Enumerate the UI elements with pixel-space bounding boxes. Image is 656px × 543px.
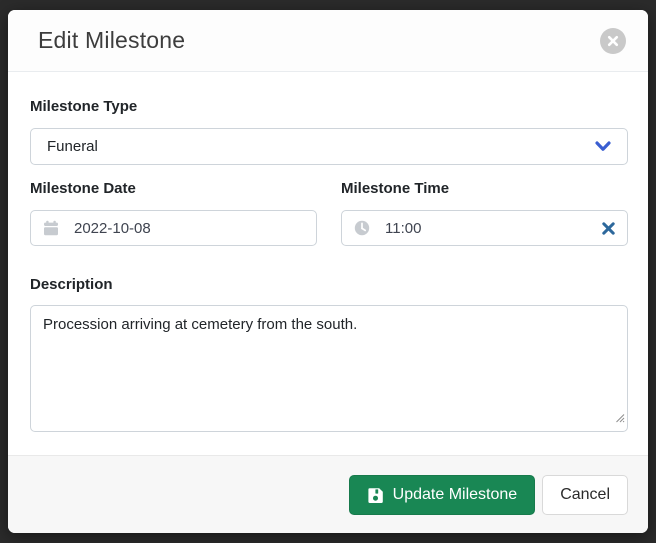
modal-footer: Update Milestone Cancel: [8, 455, 648, 533]
description-textarea[interactable]: Procession arriving at cemetery from the…: [30, 305, 628, 432]
description-textarea-wrap: Procession arriving at cemetery from the…: [30, 305, 628, 432]
description-label: Description: [30, 276, 628, 294]
milestone-time-group: Milestone Time: [341, 180, 628, 246]
clock-icon: [354, 220, 370, 236]
modal-backdrop: Edit Milestone Milestone Type Funeral: [0, 0, 656, 543]
milestone-date-label: Milestone Date: [30, 180, 317, 198]
milestone-date-group: Milestone Date: [30, 180, 317, 246]
calendar-icon: [43, 220, 59, 236]
milestone-type-group: Milestone Type Funeral: [30, 98, 628, 165]
close-button[interactable]: [600, 28, 626, 54]
description-group: Description Procession arriving at cemet…: [30, 276, 628, 432]
cancel-button[interactable]: Cancel: [542, 475, 628, 515]
milestone-date-input-wrap: [30, 210, 317, 246]
milestone-time-input[interactable]: [385, 220, 596, 237]
milestone-time-label: Milestone Time: [341, 180, 628, 198]
clear-time-button[interactable]: [596, 222, 615, 235]
close-icon: [607, 35, 619, 47]
edit-milestone-modal: Edit Milestone Milestone Type Funeral: [8, 10, 648, 533]
update-milestone-label: Update Milestone: [393, 486, 518, 504]
modal-title: Edit Milestone: [38, 27, 185, 54]
clear-x-icon: [602, 222, 615, 235]
milestone-type-label: Milestone Type: [30, 98, 628, 116]
date-time-row: Milestone Date: [30, 180, 628, 246]
resize-handle[interactable]: [614, 410, 625, 428]
milestone-type-select[interactable]: Funeral: [30, 128, 628, 165]
save-icon: [367, 487, 384, 504]
chevron-down-icon: [595, 141, 611, 152]
milestone-type-value: Funeral: [47, 138, 595, 155]
milestone-time-input-wrap: [341, 210, 628, 246]
modal-body: Milestone Type Funeral Milestone Date: [8, 72, 648, 455]
update-milestone-button[interactable]: Update Milestone: [349, 475, 536, 515]
milestone-date-input[interactable]: [74, 220, 304, 237]
modal-header: Edit Milestone: [8, 10, 648, 72]
